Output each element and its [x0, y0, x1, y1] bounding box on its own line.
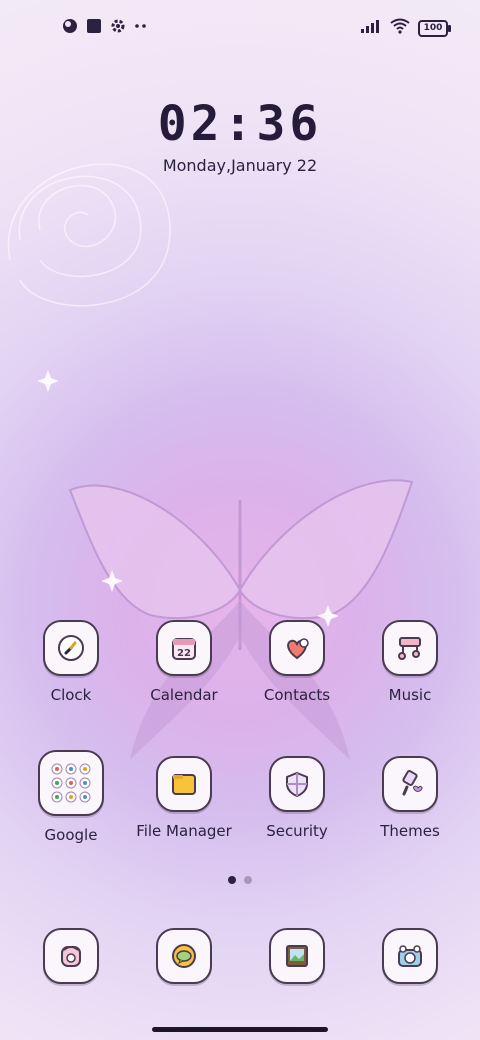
calendar-icon: 22: [156, 620, 212, 676]
cellular-signal-icon: [360, 18, 382, 38]
phone-icon: [43, 928, 99, 984]
dock-message[interactable]: [129, 928, 239, 984]
rose-outline: [7, 163, 171, 307]
wifi-icon: [390, 18, 410, 38]
music-icon: [382, 620, 438, 676]
app-label: Security: [266, 822, 328, 840]
status-bar-left: [62, 18, 148, 38]
status-bar: 100: [0, 0, 480, 56]
date-display: Monday,January 22: [162, 156, 318, 175]
more-dots-icon: [134, 18, 148, 38]
camera-icon: [382, 928, 438, 984]
contacts-icon: [269, 620, 325, 676]
settings-gear-icon: [110, 18, 126, 38]
app-security[interactable]: Security: [242, 756, 352, 840]
folder-icon: [156, 756, 212, 812]
app-label: File Manager: [136, 822, 232, 840]
stop-square-icon: [86, 18, 102, 38]
app-clock[interactable]: Clock: [16, 620, 126, 704]
battery-icon: 100: [418, 19, 451, 37]
app-label: Calendar: [150, 686, 218, 704]
app-label: Clock: [50, 686, 92, 704]
app-file-manager[interactable]: File Manager: [129, 756, 239, 840]
app-label: Music: [388, 686, 432, 704]
clock-icon: [43, 620, 99, 676]
calendar-badge: 22: [177, 648, 191, 659]
dock-camera[interactable]: [355, 928, 465, 984]
app-label: Themes: [380, 822, 440, 840]
paintbrush-icon: [382, 756, 438, 812]
page-indicator[interactable]: [0, 876, 480, 884]
google-folder-icon: [38, 750, 104, 816]
clock-widget[interactable]: 02:36 Monday,January 22: [0, 96, 480, 175]
gallery-icon: [269, 928, 325, 984]
message-icon: [156, 928, 212, 984]
app-google-folder[interactable]: Google: [16, 750, 126, 844]
home-indicator-bar[interactable]: [152, 1027, 328, 1032]
dock-phone[interactable]: [16, 928, 126, 984]
app-label: Contacts: [263, 686, 331, 704]
app-music[interactable]: Music: [355, 620, 465, 704]
dock-gallery[interactable]: [242, 928, 352, 984]
app-label: Google: [44, 826, 98, 844]
time-display: 02:36: [157, 96, 323, 152]
app-contacts[interactable]: Contacts: [242, 620, 352, 704]
shield-icon: [269, 756, 325, 812]
page-dot[interactable]: [244, 876, 252, 884]
app-themes[interactable]: Themes: [355, 756, 465, 840]
theme-circle-icon: [62, 18, 78, 38]
app-calendar[interactable]: 22 Calendar: [129, 620, 239, 704]
page-dot-active[interactable]: [228, 876, 236, 884]
status-bar-right: 100: [360, 18, 451, 38]
